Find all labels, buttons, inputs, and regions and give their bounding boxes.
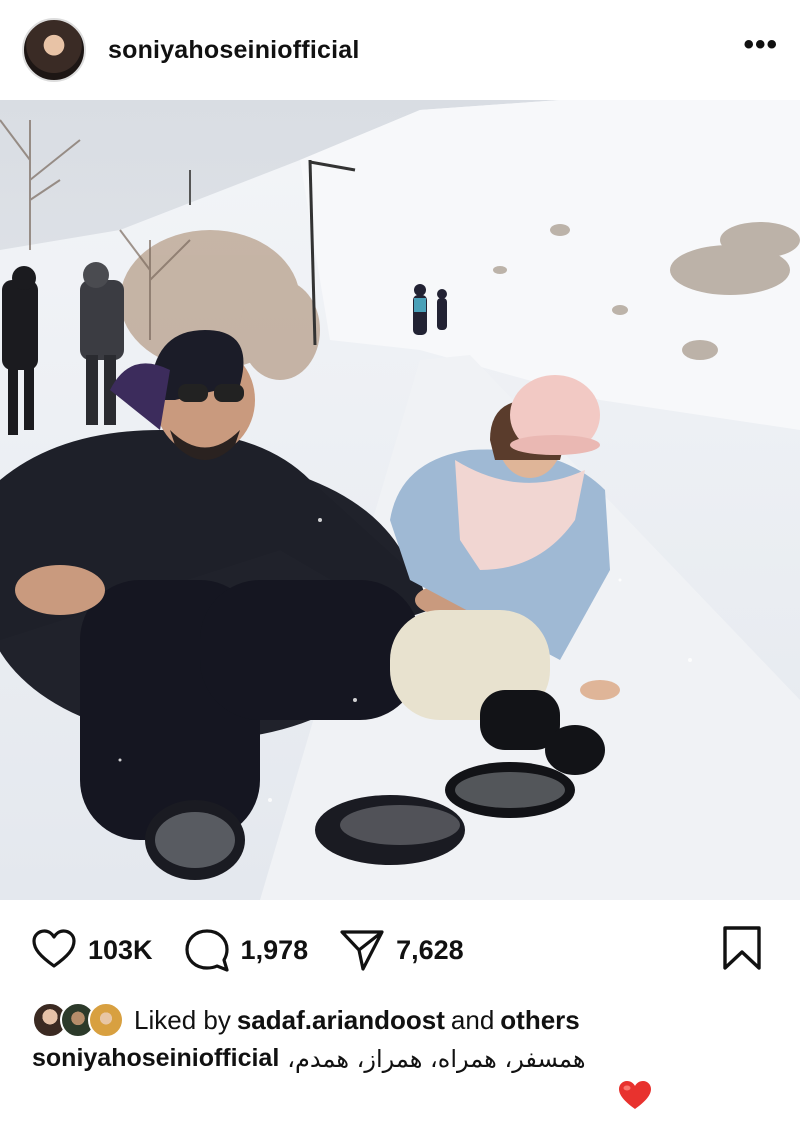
- comment-icon: [184, 929, 229, 972]
- liked-by-row: Liked by sadaf.ariandoost and others: [32, 1000, 586, 1040]
- heart-emoji-icon: [619, 1081, 651, 1109]
- liked-by-user[interactable]: sadaf.ariandoost: [237, 1005, 445, 1036]
- post-actions: 103K 1,978 7,628: [0, 900, 800, 1000]
- post-photo[interactable]: [0, 100, 800, 900]
- profile-avatar[interactable]: [22, 18, 86, 82]
- caption-text: همسفر، همراه، همراز، همدم،: [287, 1044, 586, 1073]
- comments-count: 1,978: [240, 934, 309, 965]
- post-caption: soniyahoseiniofficial همسفر، همراه، همرا…: [32, 1044, 772, 1073]
- share-icon: [340, 930, 384, 971]
- bookmark-icon: [723, 925, 761, 970]
- liked-by-and: and: [450, 1004, 495, 1035]
- like-button[interactable]: 103K: [30, 926, 153, 974]
- share-button[interactable]: 7,628: [338, 926, 464, 974]
- snow-scene-image: [0, 100, 800, 900]
- post-username[interactable]: soniyahoseiniofficial: [108, 36, 359, 65]
- post-header: soniyahoseiniofficial •••: [0, 0, 800, 100]
- avatar[interactable]: [88, 1002, 124, 1038]
- liker-avatars: [32, 1002, 124, 1038]
- likes-count: 103K: [88, 934, 153, 965]
- liked-by-prefix: Liked by: [134, 1004, 231, 1035]
- comment-button[interactable]: 1,978: [183, 926, 309, 974]
- shares-count: 7,628: [396, 934, 464, 965]
- liked-by-others[interactable]: others: [500, 1005, 579, 1036]
- heart-icon: [32, 929, 76, 968]
- save-button[interactable]: [720, 924, 764, 977]
- caption-username[interactable]: soniyahoseiniofficial: [32, 1044, 279, 1073]
- more-options-icon[interactable]: •••: [743, 30, 778, 70]
